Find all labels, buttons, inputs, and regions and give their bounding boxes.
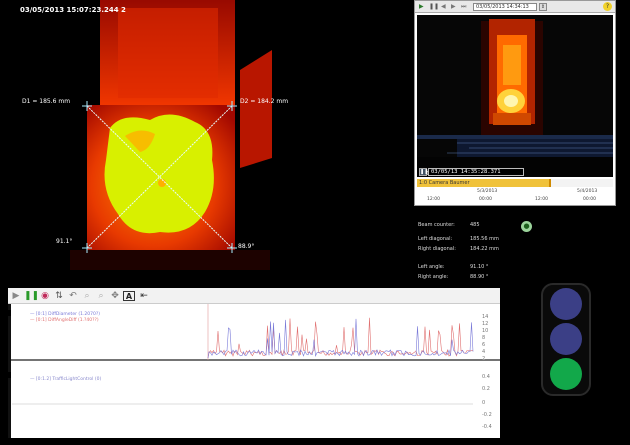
camera-live-image: [1:0] Camera Baumer xyxy=(417,15,613,177)
zoom-out-icon[interactable]: ⌕ xyxy=(95,290,107,302)
right-diagonal-label: Right diagonal: xyxy=(418,246,456,252)
traffic-light xyxy=(541,283,591,396)
left-angle-label: Left angle: xyxy=(418,264,445,270)
date-spinner-icon[interactable]: ⇕ xyxy=(539,3,547,11)
pause-icon[interactable]: ❚❚ xyxy=(24,290,39,302)
left-diagonal-row: Left diagonal: 185.56 mm xyxy=(418,236,578,244)
thermal-image xyxy=(0,0,410,290)
y-tick: 2 xyxy=(482,356,486,362)
camera-frame xyxy=(417,15,613,177)
camera-date-field[interactable]: 03/05/2013 14:34:13 xyxy=(473,3,537,11)
right-diagonal-row: Right diagonal: 184.22 mm xyxy=(418,246,578,254)
ok-status-icon: ● xyxy=(521,221,532,232)
left-angle-row: Left angle: 91.10 ° xyxy=(418,264,578,272)
timeline-time: 12:00 xyxy=(427,197,440,202)
text-annotation-icon[interactable]: A xyxy=(123,291,135,301)
camera-panel: ▶ ❚❚ ◀ ▶ ⏭ 03/05/2013 14:34:13 ⇕ ? ❚❚ 03… xyxy=(414,0,616,206)
timeline-track[interactable]: 1:0 Camera Baumer xyxy=(417,179,613,187)
y-tick: 0.2 xyxy=(482,386,490,392)
legend-traffic-light: — [0:1.2] TrafficLightControl (0) xyxy=(30,377,102,382)
y-tick: -0.4 xyxy=(482,424,492,430)
camera-timeline[interactable]: 1:0 Camera Baumer 5/3/2013 5/4/2013 12:0… xyxy=(417,179,613,205)
export-icon[interactable]: ⇤ xyxy=(138,290,150,302)
trend-panel: ▶ ❚❚ ◉ ⇅ ↶ ⌕ ⌕ ✥ A ⇤ — [0:1] DiffDiamete… xyxy=(8,288,500,438)
pan-icon[interactable]: ✥ xyxy=(109,290,121,302)
right-diagonal-value: 184.22 mm xyxy=(470,246,499,252)
timeline-date: 5/3/2013 xyxy=(477,189,498,194)
traffic-light-middle-lamp xyxy=(550,323,582,355)
y-tick: 0.4 xyxy=(482,374,490,380)
skip-icon[interactable]: ⏭ xyxy=(461,3,468,10)
diagonal-2-label: D2 = 184.2 mm xyxy=(240,98,289,105)
y-tick: -0.2 xyxy=(482,412,492,418)
y-tick: 4 xyxy=(482,349,486,355)
legend-diff-angle: — [0:1] DiffAngleDiff (1.?40??) xyxy=(30,318,99,323)
legend-diff-diameter: — [0:1] DiffDiameter (1.2070?) xyxy=(30,312,101,317)
camera-time-display[interactable]: 03/05/13 14:35:28.371 xyxy=(428,168,524,176)
trend-plot xyxy=(8,304,500,438)
y-tick: 6 xyxy=(482,342,486,348)
undo-icon[interactable]: ↶ xyxy=(67,290,79,302)
traffic-light-top-lamp xyxy=(550,288,582,320)
right-angle-label: Right angle: xyxy=(418,274,449,280)
timeline-time: 12:00 xyxy=(535,197,548,202)
axis-settings-icon[interactable]: ⇅ xyxy=(53,290,65,302)
play-icon[interactable]: ▶ xyxy=(10,290,22,302)
pause-icon[interactable]: ❚❚ xyxy=(419,168,428,176)
timeline-cursor[interactable] xyxy=(549,179,551,187)
angle-right-label: 88.9° xyxy=(238,243,255,250)
play-icon[interactable]: ▶ xyxy=(419,3,426,10)
timeline-time: 00:00 xyxy=(583,197,596,202)
camera-time-row: ❚❚ 03/05/13 14:35:28.371 xyxy=(417,167,613,177)
step-forward-icon[interactable]: ▶ xyxy=(451,3,458,10)
thermal-camera-view: 03/05/2013 15:07:23.244 2 D1 = 185.6 mm … xyxy=(0,0,410,290)
record-icon[interactable]: ◉ xyxy=(39,290,51,302)
step-back-icon[interactable]: ◀ xyxy=(441,3,448,10)
beam-counter-value: 485 xyxy=(470,222,480,228)
camera-toolbar: ▶ ❚❚ ◀ ▶ ⏭ 03/05/2013 14:34:13 ⇕ ? xyxy=(415,1,615,13)
right-angle-row: Right angle: 88.90 ° xyxy=(418,274,578,282)
trend-chart[interactable]: — [0:1] DiffDiameter (1.2070?) — [0:1] D… xyxy=(8,304,500,438)
y-tick: 14 xyxy=(482,314,489,320)
y-tick: 12 xyxy=(482,321,489,327)
timeline-track-label: 1:0 Camera Baumer xyxy=(419,180,470,186)
timeline-date: 5/4/2013 xyxy=(577,189,598,194)
angle-left-label: 91.1° xyxy=(56,238,73,245)
beam-counter-row: Beam counter: 485 xyxy=(418,222,578,230)
diagonal-1-label: D1 = 185.6 mm xyxy=(22,98,71,105)
thermal-timestamp: 03/05/2013 15:07:23.244 2 xyxy=(20,6,126,14)
help-icon[interactable]: ? xyxy=(603,2,612,11)
left-diagonal-label: Left diagonal: xyxy=(418,236,453,242)
right-angle-value: 88.90 ° xyxy=(470,274,489,280)
zoom-in-icon[interactable]: ⌕ xyxy=(81,290,93,302)
y-tick: 8 xyxy=(482,335,486,341)
left-angle-value: 91.10 ° xyxy=(470,264,489,270)
timeline-time: 00:00 xyxy=(479,197,492,202)
y-tick: 10 xyxy=(482,328,489,334)
y-tick: 0 xyxy=(482,400,486,406)
trend-toolbar: ▶ ❚❚ ◉ ⇅ ↶ ⌕ ⌕ ✥ A ⇤ xyxy=(8,288,500,304)
beam-counter-label: Beam counter: xyxy=(418,222,455,228)
traffic-light-green-lamp xyxy=(550,358,582,390)
left-diagonal-value: 185.56 mm xyxy=(470,236,499,242)
pause-icon[interactable]: ❚❚ xyxy=(429,3,439,10)
